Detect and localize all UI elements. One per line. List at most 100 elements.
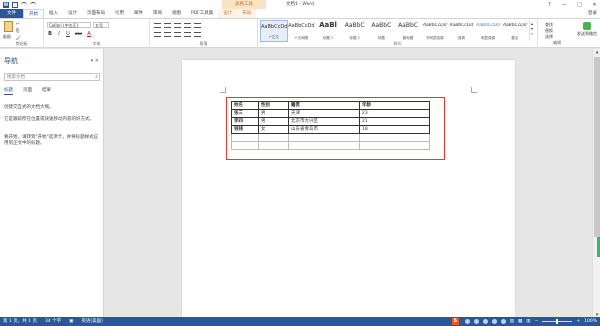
tray-icon[interactable] [482,319,488,324]
paragraph-group: 段落 [150,19,258,48]
cut-icon[interactable]: ✂ [16,21,19,26]
format-painter-icon[interactable]: 🖌 [16,35,21,40]
tab-6[interactable]: 邮件 [129,9,148,18]
web-layout-icon[interactable]: ▥ [526,317,530,326]
nav-tab-headings[interactable]: 标题 [4,87,13,95]
numbering-icon[interactable] [164,23,171,28]
editing-group-label: 编辑 [553,40,561,45]
copy-icon[interactable]: ⎘ [16,28,19,33]
ribbon-tabs: 文件 开始 插入 设计 页面布局 引用 邮件 审阅 视图 PDF工具集 设计 布局 登录 [0,9,600,18]
tab-1[interactable]: 开始 [23,9,44,18]
zoom-in-icon[interactable]: + [576,317,580,326]
font-name-select[interactable]: Calibri (中文正) [47,22,91,28]
tab-8[interactable]: 视图 [167,9,186,18]
font-group: Calibri (中文正) 五号 B I U abc A 字体 [44,19,150,48]
zoom-out-icon[interactable]: − [535,317,539,326]
tray-icon[interactable] [464,319,470,324]
strikethrough-button[interactable]: abc [74,31,83,37]
tab-9[interactable]: PDF工具集 [186,9,218,18]
underline-button[interactable]: U [65,31,71,37]
send-to-wechat-button[interactable]: 发送到微信 [576,22,598,37]
minimize-icon[interactable]: — [561,2,568,8]
tray-icon[interactable] [473,319,479,324]
window-title: 文档1 - Word [286,2,314,7]
styles-group-label: 样式 [393,41,402,46]
tray-icon[interactable] [500,319,506,324]
status-bar: 第 1 页，共 1 页 34 个字 ▣ 英语(美国) S ▤ ▦ ▥ − + 1… [0,317,600,326]
nav-title: 导航 [4,57,18,65]
document-area: 姓名 性别 籍贯 年龄 张三男天津 23 李四男北京市大兴区 21 钱钱女山东省青岛市 18 [105,49,592,317]
justify-icon[interactable] [184,32,191,37]
align-left-icon[interactable] [154,32,161,37]
maximize-icon[interactable]: □ [576,2,583,8]
table-highlight-box [226,97,445,160]
page-corner-mark [471,87,477,93]
clipboard-group-label: 剪贴板 [15,41,28,46]
login-link[interactable]: 登录 [588,9,597,18]
tab-11[interactable]: 布局 [237,9,257,18]
align-buttons [154,32,201,37]
font-format-row: B I U abc A [47,31,92,37]
document-page[interactable]: 姓名 性别 籍贯 年龄 张三男天津 23 李四男北京市大兴区 21 钱钱女山东省青岛市 18 [182,60,515,317]
search-icon[interactable]: ⌕ [95,74,98,81]
word-app-icon[interactable]: W [3,1,9,8]
italic-button[interactable]: I [56,31,62,37]
scroll-up-icon[interactable]: ▲ [593,49,600,54]
tray-icon[interactable] [491,319,497,324]
redo-icon[interactable] [30,1,36,8]
nav-search-placeholder: 搜索文档 [7,75,25,80]
list-buttons [154,23,201,28]
status-words[interactable]: 34 个字 [45,317,61,326]
font-size-select[interactable]: 五号 [93,22,109,28]
send-to-wechat-label: 发送到微信 [577,31,597,36]
editing-group: 查找 替换 选择 [545,22,553,40]
nav-close-icon[interactable]: ▾ ✕ [91,58,99,64]
line-spacing-icon[interactable] [194,32,201,37]
tab-7[interactable]: 审阅 [148,9,167,18]
zoom-level[interactable]: 100% [584,317,597,326]
close-icon[interactable]: ✕ [591,2,598,8]
bullets-icon[interactable] [154,23,161,28]
align-right-icon[interactable] [174,32,181,37]
bold-button[interactable]: B [47,31,53,37]
increase-indent-icon[interactable] [194,23,201,28]
print-layout-icon[interactable]: ▦ [518,317,522,326]
proofing-icon[interactable]: ▣ [69,317,73,326]
status-page[interactable]: 第 1 页，共 1 页 [3,317,37,326]
read-mode-icon[interactable]: ▤ [510,317,514,326]
paste-icon[interactable] [4,21,13,32]
tab-3[interactable]: 设计 [63,9,82,18]
align-center-icon[interactable] [164,32,171,37]
paste-button[interactable]: 粘贴 [3,34,11,40]
tab-10[interactable]: 设计 [218,9,238,18]
tab-0[interactable]: 文件 [0,9,23,18]
vertical-scrollbar[interactable]: ▲ ▼ [592,49,600,317]
scroll-thumb[interactable] [594,57,600,237]
nav-help-text-1: 创建交互式的文档大纲。 [4,105,54,110]
sogou-ime-icon[interactable]: S [451,318,459,325]
tab-5[interactable]: 引用 [110,9,129,18]
nav-help-text-2: 它是跟踪所在位置或快速移动内容的好方式。 [4,117,94,122]
quick-access-toolbar: W [0,0,36,9]
nav-tab-pages[interactable]: 页面 [23,87,32,95]
save-icon[interactable] [12,1,18,8]
window-controls: ? — □ ✕ [546,0,598,9]
tab-2[interactable]: 插入 [44,9,63,18]
nav-tabs: 标题 页面 结果 [4,87,51,95]
font-color-button[interactable]: A [86,31,92,37]
tab-4[interactable]: 页面布局 [82,9,110,18]
page-corner-mark [220,87,226,93]
decrease-indent-icon[interactable] [184,23,191,28]
zoom-slider[interactable] [542,319,573,324]
nav-tab-results[interactable]: 结果 [42,87,51,95]
help-icon[interactable]: ? [546,2,553,8]
multilevel-list-icon[interactable] [174,23,181,28]
font-group-label: 字体 [92,41,101,46]
styles-group: 样式 [258,19,538,48]
nav-search-input[interactable]: 搜索文档 ⌕ [4,73,100,81]
undo-icon[interactable] [21,1,27,8]
context-tab-group-title: 表格工具 [222,0,266,9]
title-bar: W 表格工具 文档1 - Word ? — □ ✕ [0,0,600,9]
navigation-pane: 导航 ▾ ✕ 搜索文档 ⌕ 标题 页面 结果 创建交互式的文档大纲。 它是跟踪所… [0,49,104,317]
status-language[interactable]: 英语(美国) [81,317,103,326]
